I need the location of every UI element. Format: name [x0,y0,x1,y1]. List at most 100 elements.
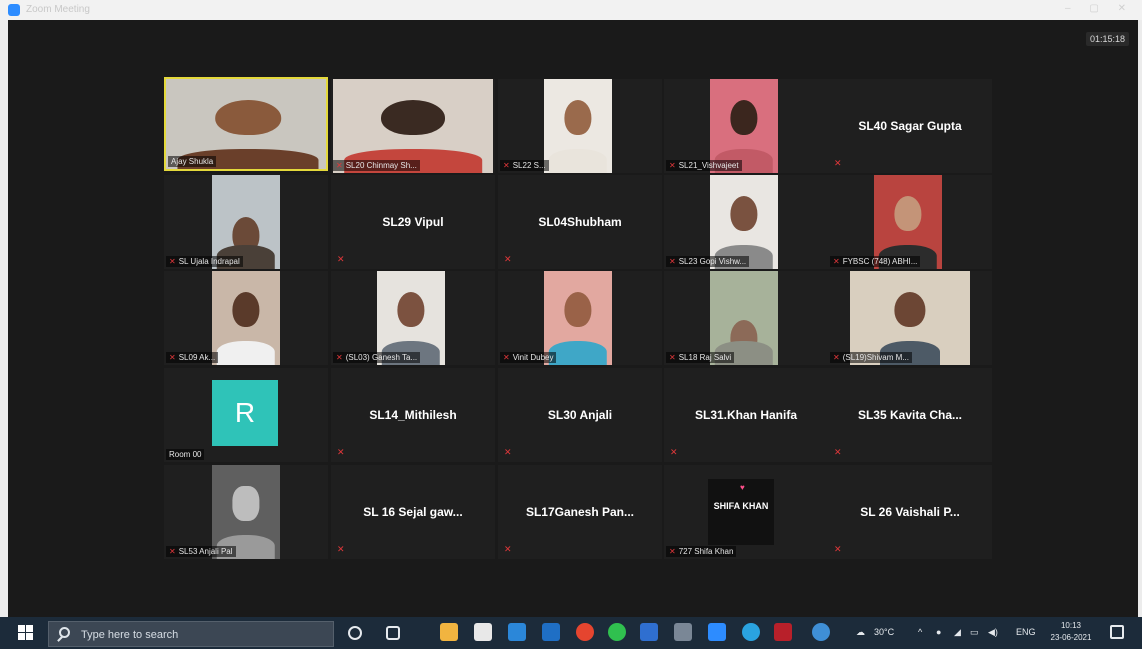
app-icon[interactable] [774,623,792,641]
participant-tile[interactable]: SL14_Mithilesh ✕ [331,368,495,462]
participant-label: ✕ SL18 Raj Salvi [666,352,735,363]
participant-label: ✕ SL22 S... [500,160,549,171]
participant-name: SL29 Vipul [382,215,444,229]
notifications-icon[interactable] [1110,625,1124,639]
window-titlebar: Zoom Meeting – ▢ ✕ [0,0,1142,20]
mic-muted-icon: ✕ [669,353,676,362]
mic-muted-icon: ✕ [834,158,842,168]
file-explorer-icon[interactable] [440,623,458,641]
mic-muted-icon: ✕ [169,547,176,556]
participant-name: SL17Ganesh Pan... [525,505,635,519]
zoom-app-icon [8,4,20,16]
participant-tile[interactable]: ✕ SL09 Ak... [164,271,328,365]
photos-icon[interactable] [542,623,560,641]
participant-tile[interactable]: SL29 Vipul ✕ [331,175,495,269]
participant-tile[interactable]: SL31.Khan Hanifa ✕ [664,368,828,462]
participant-tile[interactable]: SL30 Anjali ✕ [498,368,662,462]
microphone-icon[interactable]: ● [936,627,941,637]
participant-label: ✕ SL21_Vishvajeet [666,160,742,171]
participant-video [850,271,970,365]
participant-label: ✕ SL09 Ak... [166,352,219,363]
meeting-timer: 01:15:18 [1086,32,1130,46]
language-indicator[interactable]: ENG [1016,627,1036,637]
whatsapp-icon[interactable] [608,623,626,641]
participant-label: ✕ FYBSC (748) ABHI... [830,256,921,267]
mic-muted-icon: ✕ [337,544,345,554]
video-editor-icon[interactable] [674,623,692,641]
participant-tile[interactable]: SL40 Sagar Gupta ✕ [828,79,992,173]
participant-tile[interactable]: ✕ Vinit Dubey [498,271,662,365]
search-placeholder: Type here to search [81,629,179,641]
task-view-icon[interactable] [386,626,400,640]
browser-icon[interactable] [812,623,830,641]
mic-muted-icon: ✕ [670,447,678,457]
participant-tile[interactable]: Ajay Shukla [164,77,328,171]
participant-tile[interactable]: ✕ (SL19)Shivam M... [828,271,992,365]
participant-tile[interactable]: ✕ SL23 Gopi Vishw... [664,175,828,269]
participant-label: Room 00 [166,449,205,460]
participant-video [212,465,280,559]
participant-label: ✕ SL Ujala Indrapal [166,256,243,267]
mic-muted-icon: ✕ [336,161,343,170]
search-icon [59,627,70,638]
participant-name: SL 16 Sejal gaw... [363,505,463,519]
telegram-icon[interactable] [742,623,760,641]
mail-icon[interactable] [508,623,526,641]
participant-name: SL35 Kavita Cha... [857,408,963,422]
window-title: Zoom Meeting [26,4,90,15]
participant-video [710,271,778,365]
mic-muted-icon: ✕ [833,257,840,266]
mic-muted-icon: ✕ [834,544,842,554]
mic-muted-icon: ✕ [669,161,676,170]
heart-icon: ♥ [740,483,745,492]
network-icon[interactable]: ◢ [954,627,961,638]
store-icon[interactable] [474,623,492,641]
participant-tile[interactable]: ✕ FYBSC (748) ABHI... [828,175,992,269]
participant-tile[interactable]: SL35 Kavita Cha... ✕ [828,368,992,462]
weather-icon[interactable]: ☁ [856,627,865,638]
participant-tile[interactable]: ✕ SL22 S... [498,79,662,173]
participant-tile[interactable]: ✕ SL Ujala Indrapal [164,175,328,269]
participant-video [212,175,280,269]
windows-start-icon[interactable] [18,625,34,641]
volume-icon[interactable]: ◀) [988,627,998,638]
participant-tile[interactable]: ✕ SL20 Chinmay Sh... [331,79,495,173]
participant-tile[interactable]: SL17Ganesh Pan... ✕ [498,465,662,559]
participant-label: ✕ (SL03) Ganesh Ta... [333,352,421,363]
participant-tile[interactable]: SL 16 Sejal gaw... ✕ [331,465,495,559]
windows-taskbar: Type here to search ☁ 30°C ^ ● ◢ ▭ ◀) EN… [0,617,1142,649]
taskbar-clock[interactable]: 10:13 23-06-2021 [1046,620,1096,644]
taskbar-search-box[interactable]: Type here to search [48,621,334,647]
battery-icon[interactable]: ▭ [970,627,979,638]
participant-tile[interactable]: ✕ SL21_Vishvajeet [664,79,828,173]
word-icon[interactable] [640,623,658,641]
participant-tile[interactable]: SL04Shubham ✕ [498,175,662,269]
zoom-taskbar-icon[interactable] [708,623,726,641]
participant-tile[interactable]: ✕ SL53 Anjali Pal [164,465,328,559]
participant-tile[interactable]: SL 26 Vaishali P... ✕ [828,465,992,559]
participant-name: SL30 Anjali [547,408,613,422]
participant-label: ✕ (SL19)Shivam M... [830,352,912,363]
mic-muted-icon: ✕ [169,353,176,362]
participant-tile[interactable]: ✕ SL18 Raj Salvi [664,271,828,365]
participant-tile[interactable]: R Room 00 [164,368,328,462]
participant-name: SL31.Khan Hanifa [694,408,798,422]
mic-muted-icon: ✕ [669,547,676,556]
clock-time: 10:13 [1060,621,1082,630]
mic-muted-icon: ✕ [504,447,512,457]
participant-label: ✕ 727 Shifa Khan [666,546,737,557]
participant-video [333,79,493,173]
chevron-up-icon[interactable]: ^ [918,627,922,637]
participant-name: SL04Shubham [538,215,622,229]
weather-temp[interactable]: 30°C [874,627,894,637]
window-controls[interactable]: – ▢ ✕ [1065,3,1134,14]
participant-video [710,175,778,269]
participant-tile[interactable]: ✕ (SL03) Ganesh Ta... [331,271,495,365]
chrome-icon[interactable] [576,623,594,641]
cortana-icon[interactable] [348,626,362,640]
clock-date: 23-06-2021 [1050,633,1092,642]
mic-muted-icon: ✕ [833,353,840,362]
participant-tile[interactable]: SHIFA KHAN ♥ ✕ 727 Shifa Khan [664,465,828,559]
mic-muted-icon: ✕ [337,254,345,264]
participant-video [212,271,280,365]
